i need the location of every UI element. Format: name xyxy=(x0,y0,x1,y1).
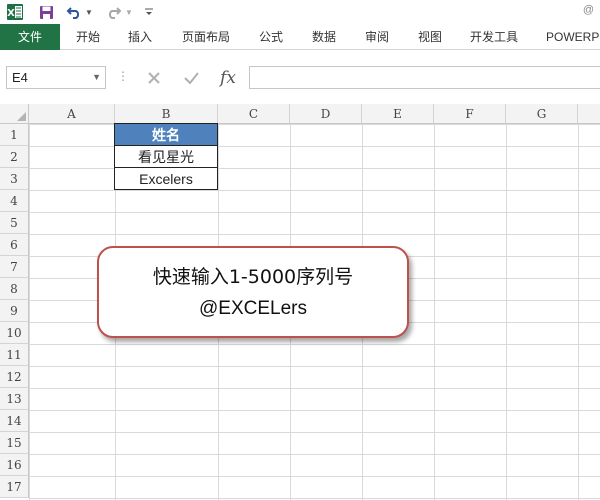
cell-b2[interactable]: 看见星光 xyxy=(114,145,218,168)
cell-b1[interactable]: 姓名 xyxy=(114,123,218,146)
tab-review[interactable]: 审阅 xyxy=(365,24,389,50)
excel-logo-letter: X xyxy=(7,8,15,19)
tab-file[interactable]: 文件 xyxy=(0,24,60,50)
callout-title: 快速输入1-5000序列号 xyxy=(152,266,354,288)
undo-icon[interactable] xyxy=(66,3,82,21)
tab-page-layout[interactable]: 页面布局 xyxy=(182,24,230,50)
column-header-g[interactable]: G xyxy=(506,104,578,124)
row-header[interactable]: 1 xyxy=(0,124,29,146)
row-header[interactable]: 2 xyxy=(0,146,29,168)
column-header-d[interactable]: D xyxy=(290,104,362,124)
column-header-e[interactable]: E xyxy=(362,104,434,124)
row-header[interactable]: 3 xyxy=(0,168,29,190)
row-header[interactable]: 13 xyxy=(0,388,29,410)
column-header-a[interactable]: A xyxy=(29,104,115,124)
redo-icon[interactable] xyxy=(106,3,122,21)
formula-input[interactable] xyxy=(249,66,600,89)
insert-function-icon[interactable]: fx xyxy=(215,66,241,89)
chevron-down-icon[interactable]: ▼ xyxy=(92,67,101,88)
name-box-value: E4 xyxy=(12,70,28,85)
redo-dropdown-icon[interactable]: ▼ xyxy=(124,3,134,21)
quick-access-toolbar: X ▼ ▼ @ xyxy=(0,0,600,24)
row-header[interactable]: 4 xyxy=(0,190,29,212)
row-header[interactable]: 11 xyxy=(0,344,29,366)
tab-home[interactable]: 开始 xyxy=(76,24,100,50)
column-header-f[interactable]: F xyxy=(434,104,506,124)
row-header[interactable]: 7 xyxy=(0,256,29,278)
window-title-fragment: @ xyxy=(582,4,594,16)
row-header[interactable]: 10 xyxy=(0,322,29,344)
column-header-h[interactable] xyxy=(578,104,600,124)
undo-dropdown-icon[interactable]: ▼ xyxy=(84,3,94,21)
row-header[interactable]: 6 xyxy=(0,234,29,256)
row-header[interactable]: 15 xyxy=(0,432,29,454)
gridline xyxy=(506,124,507,500)
customize-icon[interactable] xyxy=(143,3,155,21)
cell-b3[interactable]: Excelers xyxy=(114,167,218,190)
tab-developer[interactable]: 开发工具 xyxy=(470,24,518,50)
tab-formulas[interactable]: 公式 xyxy=(259,24,283,50)
column-header-c[interactable]: C xyxy=(218,104,290,124)
callout-subtitle: @EXCELers xyxy=(199,298,307,319)
row-header[interactable]: 16 xyxy=(0,454,29,476)
row-header[interactable]: 5 xyxy=(0,212,29,234)
formula-bar: E4 ▼ ⋮ fx xyxy=(0,50,600,100)
tab-powerpivot[interactable]: POWERP xyxy=(546,24,599,50)
gridline xyxy=(434,124,435,500)
row-header[interactable]: 14 xyxy=(0,410,29,432)
tab-view[interactable]: 视图 xyxy=(418,24,442,50)
tab-data[interactable]: 数据 xyxy=(312,24,336,50)
ribbon-tab-bar: 文件 开始 插入 页面布局 公式 数据 审阅 视图 开发工具 POWERP xyxy=(0,24,600,50)
enter-check-icon[interactable] xyxy=(180,66,202,89)
name-box[interactable]: E4 ▼ xyxy=(6,66,106,89)
excel-logo-icon[interactable]: X xyxy=(6,3,24,21)
save-icon[interactable] xyxy=(38,3,54,21)
tab-insert[interactable]: 插入 xyxy=(128,24,152,50)
select-all-button[interactable] xyxy=(0,104,29,124)
gridline xyxy=(578,124,579,500)
row-header[interactable]: 12 xyxy=(0,366,29,388)
row-header[interactable]: 9 xyxy=(0,300,29,322)
column-header-b[interactable]: B xyxy=(115,104,218,124)
cancel-icon[interactable] xyxy=(143,66,165,89)
row-header[interactable]: 8 xyxy=(0,278,29,300)
formula-bar-splitter[interactable]: ⋮ xyxy=(117,69,129,83)
row-header[interactable]: 17 xyxy=(0,476,29,498)
callout-shape[interactable]: 快速输入1-5000序列号 @EXCELers xyxy=(97,246,409,338)
